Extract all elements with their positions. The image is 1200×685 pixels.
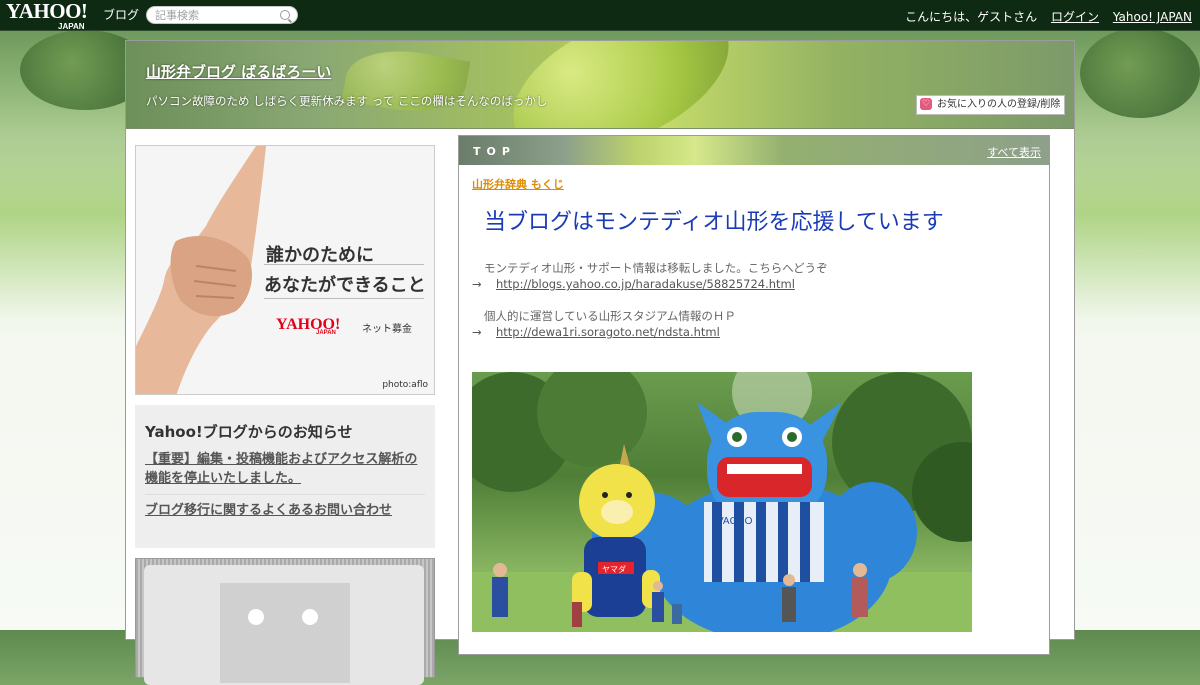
ad-divider	[264, 264, 424, 265]
ad-logo-japan: JAPAN	[316, 330, 336, 336]
background-tree	[1080, 28, 1200, 118]
search-icon[interactable]	[280, 10, 290, 20]
search-input[interactable]	[155, 8, 275, 22]
notice-link[interactable]: 【重要】編集・投稿機能およびアクセス解析の機能を停止いたしました。	[145, 450, 425, 488]
body-text: 個人的に運営している山形スタジアム情報のＨＰ	[484, 309, 736, 323]
mascot-photo[interactable]: VAGRO ヤマダ	[472, 372, 972, 632]
heart-icon: ♡	[920, 98, 932, 110]
greeting-text: こんにちは、ゲストさん	[905, 10, 1038, 24]
post-body: モンテディオ山形・サポート情報は移転しました。こちらへどうぞ → http://…	[472, 260, 1032, 340]
body-text: モンテディオ山形・サポート情報は移転しました。こちらへどうぞ	[484, 261, 828, 275]
widget-image-placeholder	[220, 583, 350, 683]
show-all-link[interactable]: すべて表示	[987, 144, 1041, 160]
arrow-icon: →	[472, 277, 482, 291]
yahoo-logo[interactable]: YAHOO! JAPAN	[6, 1, 88, 32]
article-header-bar: TOP すべて表示	[459, 136, 1049, 165]
arrow-icon: →	[472, 325, 482, 339]
search-box	[146, 6, 298, 24]
blog-frame: 山形弁ブログ ばるばろーい パソコン故障のため しばらく更新休みます って ここ…	[125, 40, 1075, 685]
yahoo-japan-link[interactable]: Yahoo! JAPAN	[1113, 10, 1192, 24]
post-title[interactable]: 当ブログはモンテディオ山形を応援しています	[484, 204, 944, 236]
yahoo-notice-box: Yahoo!ブログからのお知らせ 【重要】編集・投稿機能およびアクセス解析の機能…	[135, 405, 435, 548]
mascot-photo-illustration: VAGRO ヤマダ	[472, 372, 972, 632]
user-nav: こんにちは、ゲストさん ログイン Yahoo! JAPAN	[905, 8, 1192, 25]
widget-panel	[144, 565, 424, 685]
notice-title: Yahoo!ブログからのお知らせ	[145, 423, 353, 441]
header-leaf-decoration	[493, 41, 749, 128]
section-label: TOP	[473, 145, 516, 158]
body-line: 個人的に運営している山形スタジアム情報のＨＰ	[472, 308, 1032, 324]
photo-banner-text: ヤマダ	[602, 564, 626, 574]
global-header: YAHOO! JAPAN ブログ こんにちは、ゲストさん ログイン Yahoo!…	[0, 0, 1200, 31]
blog-header: 山形弁ブログ ばるばろーい パソコン故障のため しばらく更新休みます って ここ…	[126, 41, 1074, 129]
favorite-register-button[interactable]: ♡ お気に入りの人の登録/削除	[916, 95, 1066, 115]
logo-japan: JAPAN	[58, 22, 85, 31]
ad-subtitle: ネット募金	[362, 324, 412, 335]
ad-yahoo-logo: YAHOO! JAPAN	[276, 316, 340, 336]
widget-dot-icon	[248, 609, 264, 625]
holding-hands-image	[136, 146, 266, 394]
blog-title-link[interactable]: 山形弁ブログ ばるばろーい	[146, 61, 331, 82]
category-link[interactable]: 山形弁辞典 もくじ	[472, 176, 564, 192]
favorite-button-label: お気に入りの人の登録/削除	[937, 99, 1061, 110]
body-line	[472, 292, 1032, 308]
widget-dot-icon	[302, 609, 318, 625]
ad-headline-2: あなたができること	[264, 275, 426, 296]
support-info-link[interactable]: http://blogs.yahoo.co.jp/haradakuse/5882…	[496, 276, 795, 292]
ad-divider	[264, 298, 424, 299]
stadium-info-link[interactable]: http://dewa1ri.soragoto.net/ndsta.html	[496, 324, 720, 340]
charity-ad-banner[interactable]: 誰かのために あなたができること YAHOO! JAPAN ネット募金 phot…	[135, 145, 435, 395]
logo-blog-label: ブログ	[103, 8, 140, 22]
blog-widget	[135, 558, 435, 685]
body-line: → http://blogs.yahoo.co.jp/haradakuse/58…	[472, 276, 1032, 292]
body-line: → http://dewa1ri.soragoto.net/ndsta.html	[472, 324, 1032, 340]
body-line: モンテディオ山形・サポート情報は移転しました。こちらへどうぞ	[472, 260, 1032, 276]
blog-description: パソコン故障のため しばらく更新休みます って ここの欄はそんなのばっかし	[146, 94, 548, 108]
article-panel: TOP すべて表示 山形弁辞典 もくじ 当ブログはモンテディオ山形を応援していま…	[458, 135, 1050, 655]
photo-sign-text: VAGRO	[717, 516, 753, 527]
notice-link[interactable]: ブログ移行に関するよくあるお問い合わせ	[145, 501, 425, 520]
ad-photo-credit: photo:aflo	[382, 380, 428, 390]
notice-divider	[145, 494, 425, 495]
login-link[interactable]: ログイン	[1051, 10, 1099, 24]
